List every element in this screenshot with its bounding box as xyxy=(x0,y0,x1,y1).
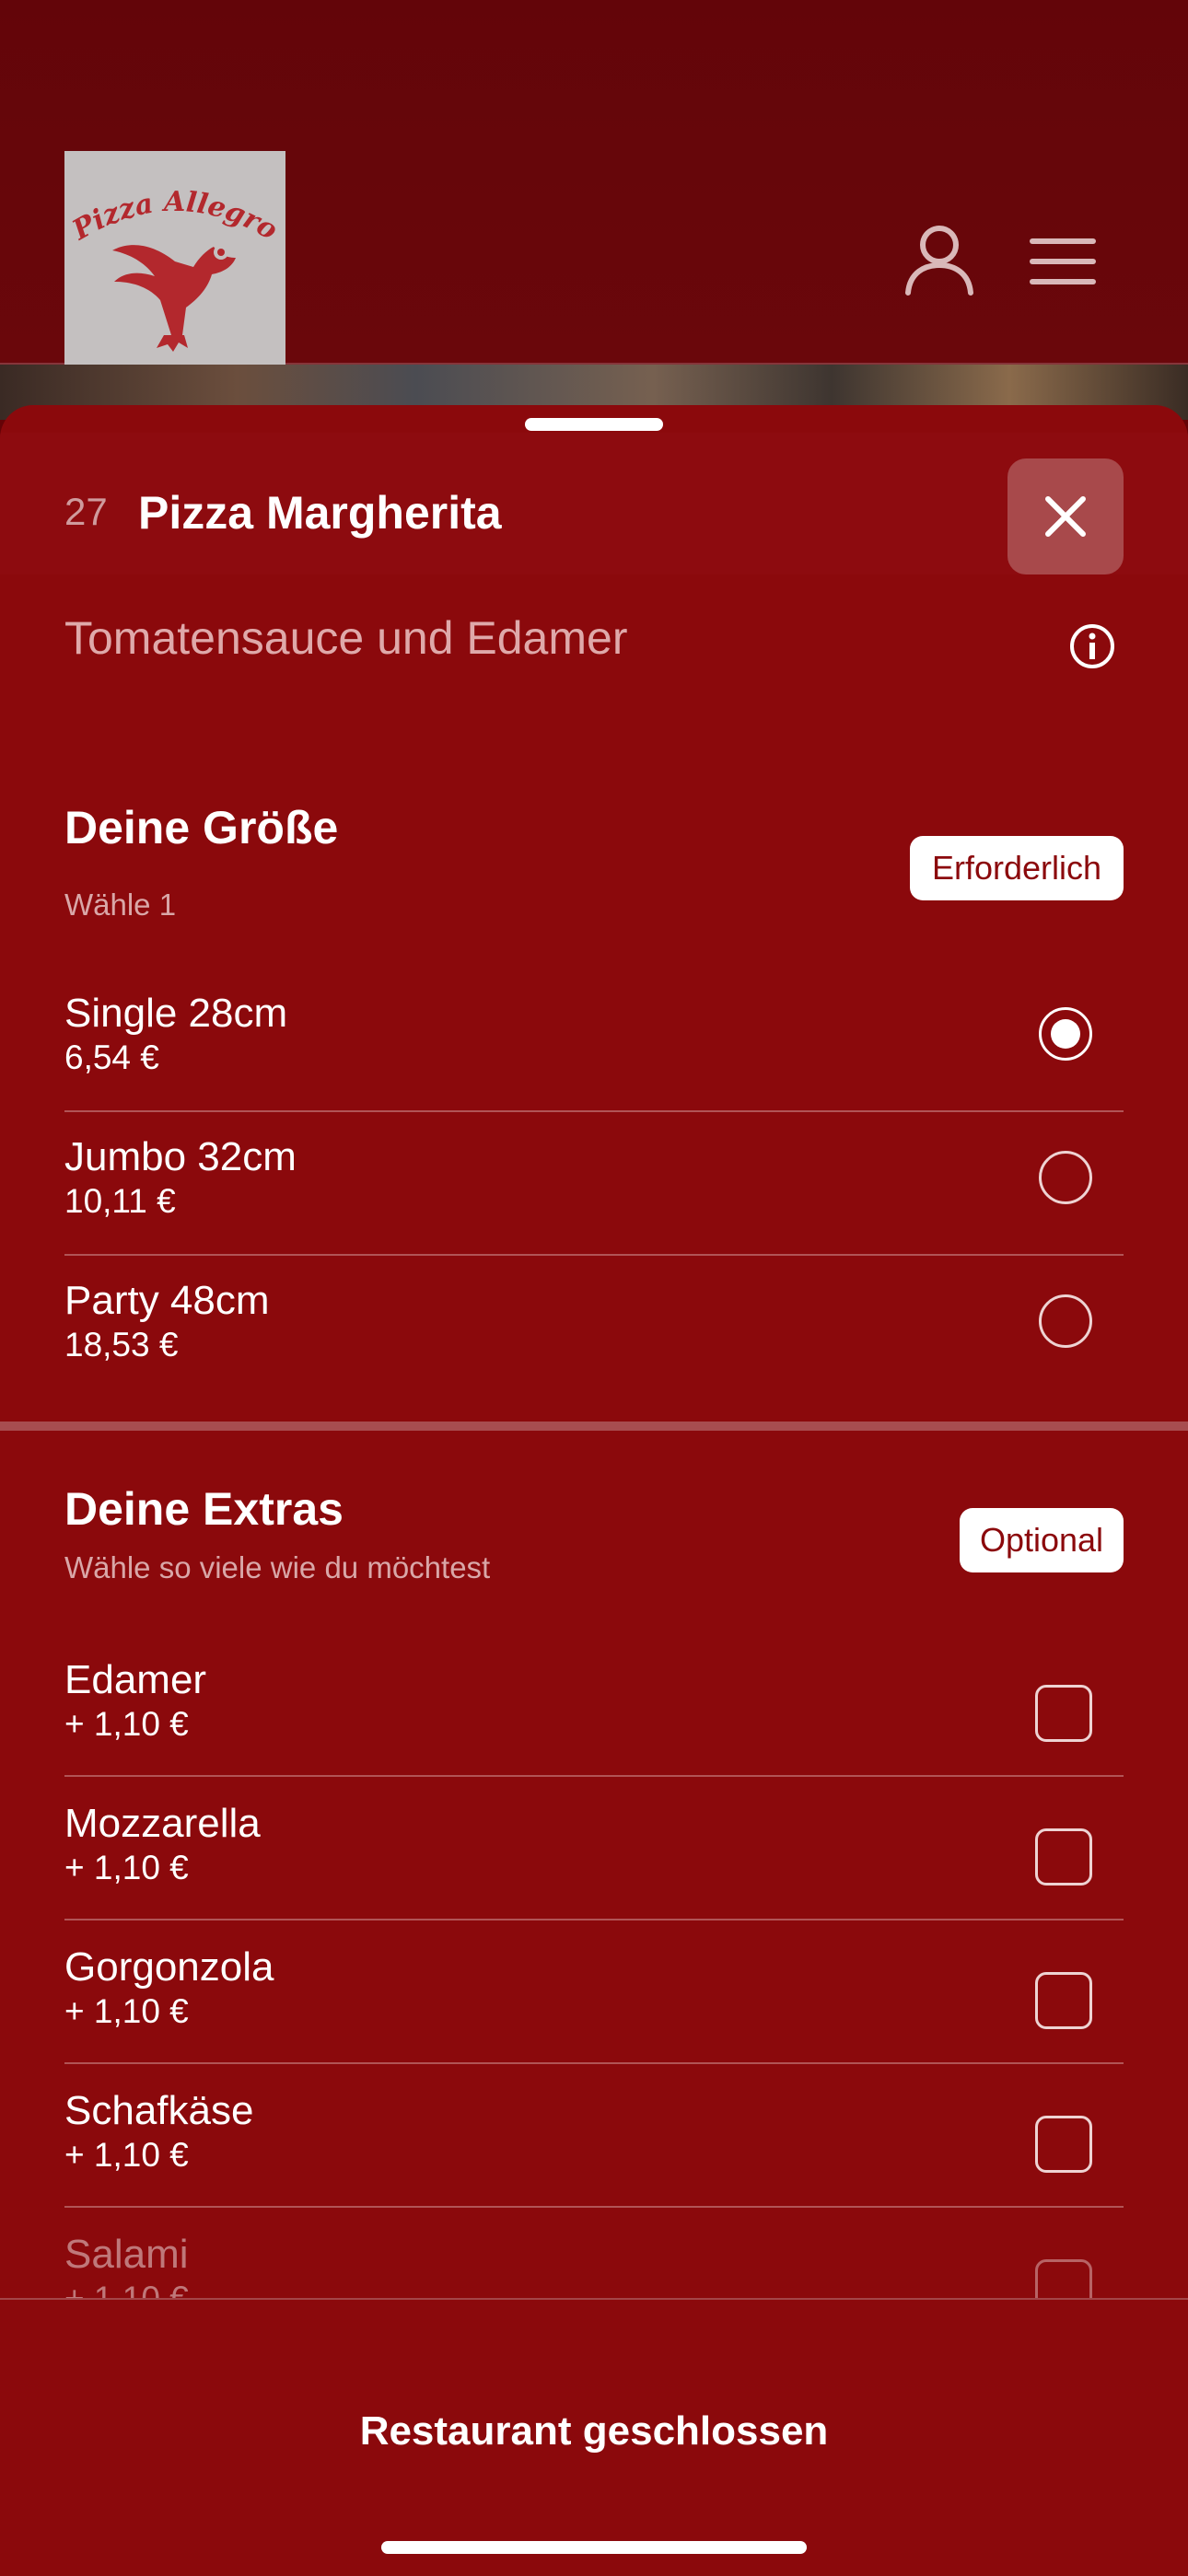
option-price: + 1,10 € xyxy=(64,2136,189,2174)
item-number: 27 xyxy=(64,490,108,533)
checkbox[interactable] xyxy=(1035,1685,1092,1742)
logo-text: Pizza Allegro xyxy=(66,186,283,248)
option-name: Party 48cm xyxy=(64,1278,270,1323)
option-price: 18,53 € xyxy=(64,1326,179,1363)
option-name: Single 28cm xyxy=(64,991,288,1036)
item-title: Pizza Margherita xyxy=(138,487,502,539)
section-separator xyxy=(0,1421,1188,1431)
sheet-grabber[interactable] xyxy=(525,418,663,431)
radio-unselected[interactable] xyxy=(1039,1294,1092,1348)
option-price: + 1,10 € xyxy=(64,1849,189,1886)
close-icon xyxy=(1045,496,1086,537)
option-price: 10,11 € xyxy=(64,1182,176,1220)
svg-text:Pizza Allegro: Pizza Allegro xyxy=(66,186,283,248)
checkbox[interactable] xyxy=(1035,2116,1092,2173)
divider xyxy=(64,1254,1124,1256)
option-name: Jumbo 32cm xyxy=(64,1134,297,1179)
app-header: Pizza Allegro xyxy=(0,0,1188,372)
size-section-title: Deine Größe xyxy=(64,802,339,853)
radio-selected[interactable] xyxy=(1039,1007,1092,1061)
required-badge: Erforderlich xyxy=(910,836,1124,900)
divider xyxy=(64,2062,1124,2064)
restaurant-closed-button[interactable]: Restaurant geschlossen xyxy=(0,2408,1188,2454)
size-option-jumbo[interactable]: Jumbo 32cm 10,11 € xyxy=(64,1134,1124,1272)
size-section-subtitle: Wähle 1 xyxy=(64,888,177,922)
size-option-party[interactable]: Party 48cm 18,53 € xyxy=(64,1278,1124,1416)
option-name: Schafkäse xyxy=(64,2088,254,2133)
product-header: 27 Pizza Margherita xyxy=(0,433,1188,574)
divider xyxy=(64,1919,1124,1920)
product-detail-sheet: 27 Pizza Margherita Tomatensauce und Eda… xyxy=(0,405,1188,2574)
user-icon[interactable] xyxy=(903,225,976,298)
info-icon[interactable] xyxy=(1068,622,1116,670)
extras-section-title: Deine Extras xyxy=(64,1483,344,1535)
radio-unselected[interactable] xyxy=(1039,1151,1092,1204)
option-name: Gorgonzola xyxy=(64,1944,274,1990)
option-name: Mozzarella xyxy=(64,1801,261,1846)
close-button[interactable] xyxy=(1007,458,1124,574)
option-name: Salami xyxy=(64,2232,189,2277)
option-name: Edamer xyxy=(64,1657,207,1702)
option-price: 6,54 € xyxy=(64,1039,159,1076)
home-indicator xyxy=(381,2541,807,2554)
size-option-single[interactable]: Single 28cm 6,54 € xyxy=(64,991,1124,1129)
extras-section-subtitle: Wähle so viele wie du möchtest xyxy=(64,1550,491,1584)
eagle-emblem xyxy=(112,245,236,352)
divider xyxy=(64,1775,1124,1777)
divider xyxy=(64,1110,1124,1112)
hamburger-menu-icon[interactable] xyxy=(1028,236,1098,287)
item-description: Tomatensauce und Edamer xyxy=(64,612,628,664)
checkbox[interactable] xyxy=(1035,1828,1092,1886)
option-price: + 1,10 € xyxy=(64,1992,189,2030)
optional-badge: Optional xyxy=(960,1508,1124,1572)
option-price: + 1,10 € xyxy=(64,1705,189,1743)
divider xyxy=(64,2206,1124,2208)
checkbox[interactable] xyxy=(1035,1972,1092,2029)
restaurant-logo[interactable]: Pizza Allegro xyxy=(64,151,285,372)
